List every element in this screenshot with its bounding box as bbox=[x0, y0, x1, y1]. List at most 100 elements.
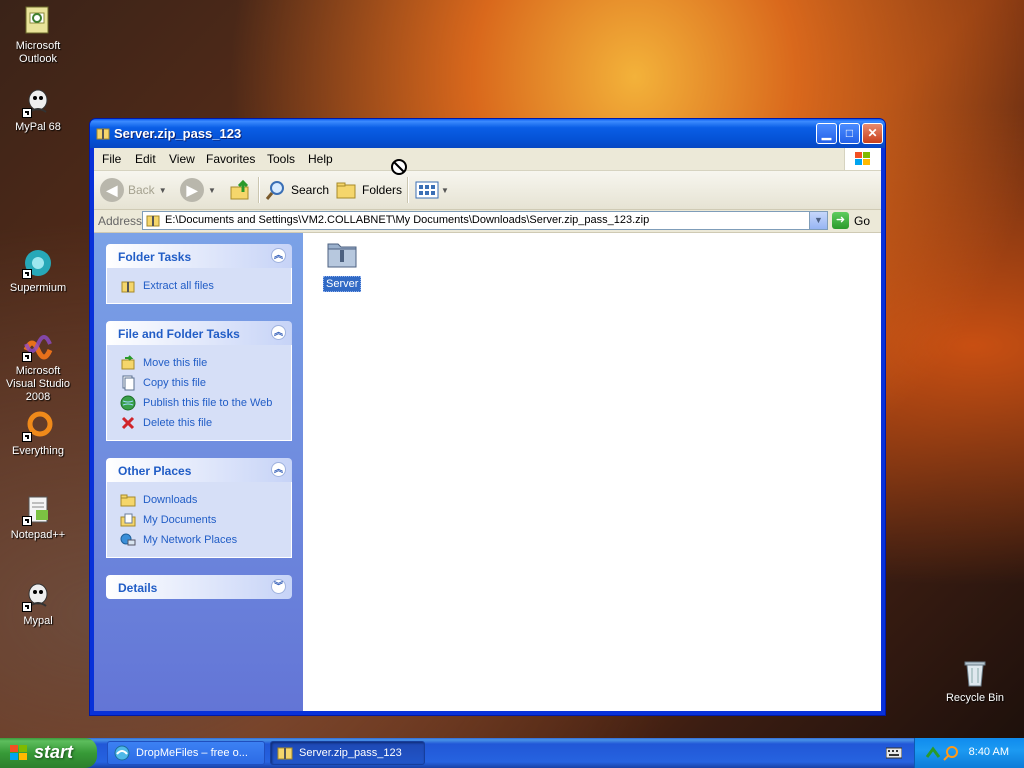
chevron-up-icon[interactable]: ︽ bbox=[271, 325, 286, 340]
file-list-area[interactable]: Server bbox=[303, 233, 881, 711]
chevron-down-icon: ▼ bbox=[158, 185, 167, 195]
go-button[interactable]: ➜ Go bbox=[832, 211, 870, 230]
copy-this-file-link[interactable]: Copy this file bbox=[107, 373, 291, 393]
file-folder-tasks-panel: File and Folder Tasks ︽ Move this file C… bbox=[106, 321, 292, 441]
folder-tasks-header[interactable]: Folder Tasks ︽ bbox=[106, 244, 292, 268]
back-button[interactable]: ◀ Back ▼ bbox=[100, 178, 167, 202]
desktop-icon-mypal[interactable]: Mypal bbox=[0, 580, 76, 628]
maximize-button[interactable]: □ bbox=[839, 123, 860, 144]
menu-view[interactable]: View bbox=[169, 152, 195, 166]
desktop-icon-supermium[interactable]: Supermium bbox=[0, 247, 76, 295]
other-places-panel: Other Places ︽ Downloads My Documents My… bbox=[106, 458, 292, 558]
desktop-icon-visual-studio[interactable]: Microsoft Visual Studio 2008 bbox=[0, 330, 76, 404]
up-button[interactable] bbox=[229, 178, 253, 202]
minimize-icon: ▁ bbox=[821, 126, 832, 140]
search-button[interactable]: Search bbox=[265, 178, 329, 202]
shortcut-arrow-icon bbox=[22, 516, 32, 526]
menu-tools[interactable]: Tools bbox=[267, 152, 295, 166]
desktop-icon-label: Notepad++ bbox=[10, 529, 66, 541]
desktop-icon-mypal68[interactable]: MyPal 68 bbox=[0, 86, 76, 134]
menu-favorites[interactable]: Favorites bbox=[206, 152, 255, 166]
publish-to-web-link[interactable]: Publish this file to the Web bbox=[107, 393, 291, 413]
outlook-icon bbox=[22, 5, 54, 37]
link-label: Delete this file bbox=[143, 417, 213, 429]
extract-icon bbox=[121, 281, 135, 293]
taskbar-item-label: DropMeFiles – free o... bbox=[136, 747, 248, 759]
address-bar: Address E:\Documents and Settings\VM2.CO… bbox=[94, 210, 881, 233]
everything-icon bbox=[22, 410, 54, 442]
search-tray-icon[interactable] bbox=[943, 745, 959, 761]
folder-tasks-panel: Folder Tasks ︽ Extract all files bbox=[106, 244, 292, 304]
toolbar-separator bbox=[407, 177, 409, 203]
taskbar-item-dropmefiles[interactable]: DropMeFiles – free o... bbox=[107, 741, 265, 765]
downloads-link[interactable]: Downloads bbox=[107, 490, 291, 510]
window-body: File Edit View Favorites Tools Help ◀ Ba… bbox=[94, 148, 881, 711]
taskbar: start DropMeFiles – free o... Server.zip… bbox=[0, 738, 1024, 768]
window-title: Server.zip_pass_123 bbox=[114, 126, 242, 141]
folders-icon bbox=[336, 182, 356, 199]
desktop-icon-notepadpp[interactable]: Notepad++ bbox=[0, 494, 76, 542]
notepadpp-icon bbox=[22, 494, 54, 526]
file-name: Server bbox=[323, 276, 362, 292]
details-header[interactable]: Details ︾ bbox=[106, 575, 292, 599]
back-label: Back bbox=[128, 183, 155, 197]
chevron-up-icon[interactable]: ︽ bbox=[271, 248, 286, 263]
maximize-icon: □ bbox=[845, 126, 854, 140]
taskbar-item-label: Server.zip_pass_123 bbox=[299, 747, 402, 759]
browser-icon bbox=[114, 745, 130, 761]
shortcut-arrow-icon bbox=[22, 432, 32, 442]
views-button[interactable]: ▼ bbox=[415, 178, 449, 202]
go-arrow-icon: ➜ bbox=[832, 212, 849, 229]
delete-this-file-link[interactable]: Delete this file bbox=[107, 413, 291, 433]
desktop-icon-everything[interactable]: Everything bbox=[0, 410, 76, 458]
explorer-window: Server.zip_pass_123 ▁ □ ✕ File Edit View… bbox=[89, 118, 886, 716]
address-dropdown-button[interactable]: ▼ bbox=[809, 212, 827, 229]
menu-file[interactable]: File bbox=[102, 152, 121, 166]
panel-body: Move this file Copy this file Publish th… bbox=[106, 345, 292, 441]
desktop-icon-label: Supermium bbox=[9, 282, 67, 294]
link-label: My Network Places bbox=[143, 534, 238, 546]
keyboard-icon[interactable] bbox=[886, 746, 902, 760]
panel-body: Extract all files bbox=[106, 268, 292, 304]
task-pane: Folder Tasks ︽ Extract all files File an… bbox=[94, 233, 303, 711]
chevron-down-icon[interactable]: ︾ bbox=[271, 579, 286, 594]
system-tray: 8:40 AM bbox=[914, 738, 1024, 768]
forward-button[interactable]: ▶ ▼ bbox=[180, 178, 216, 202]
chevron-down-icon: ▼ bbox=[208, 185, 216, 195]
close-button[interactable]: ✕ bbox=[862, 123, 883, 144]
clock[interactable]: 8:40 AM bbox=[969, 746, 1009, 758]
menu-help[interactable]: Help bbox=[308, 152, 333, 166]
shortcut-arrow-icon bbox=[22, 602, 32, 612]
file-folder-tasks-header[interactable]: File and Folder Tasks ︽ bbox=[106, 321, 292, 345]
start-button[interactable]: start bbox=[0, 738, 97, 768]
my-network-places-link[interactable]: My Network Places bbox=[107, 530, 291, 550]
desktop-icon-label: MyPal 68 bbox=[15, 121, 61, 133]
minimize-button[interactable]: ▁ bbox=[816, 123, 837, 144]
desktop-icon-outlook[interactable]: Microsoft Outlook bbox=[0, 5, 76, 66]
move-this-file-link[interactable]: Move this file bbox=[107, 353, 291, 373]
other-places-header[interactable]: Other Places ︽ bbox=[106, 458, 292, 482]
back-arrow-icon: ◀ bbox=[100, 178, 124, 202]
address-input[interactable]: E:\Documents and Settings\VM2.COLLABNET\… bbox=[142, 211, 828, 230]
panel-title: Other Places bbox=[118, 464, 192, 478]
network-places-icon bbox=[120, 533, 136, 546]
my-documents-link[interactable]: My Documents bbox=[107, 510, 291, 530]
shortcut-arrow-icon bbox=[22, 352, 32, 362]
desktop-icon-label: Microsoft Visual Studio 2008 bbox=[5, 365, 70, 403]
folder-icon bbox=[327, 243, 357, 268]
toolbar-separator bbox=[258, 177, 260, 203]
desktop-icon-recycle-bin[interactable]: Recycle Bin bbox=[937, 657, 1013, 705]
title-bar[interactable]: Server.zip_pass_123 ▁ □ ✕ bbox=[90, 119, 885, 148]
desktop-icon-label: Mypal bbox=[23, 615, 53, 627]
menu-bar: File Edit View Favorites Tools Help bbox=[94, 148, 881, 171]
details-panel: Details ︾ bbox=[106, 575, 292, 599]
panel-body: Downloads My Documents My Network Places bbox=[106, 482, 292, 558]
chevron-up-icon[interactable]: ︽ bbox=[271, 462, 286, 477]
taskbar-item-server-zip[interactable]: Server.zip_pass_123 bbox=[270, 741, 425, 765]
file-item-server[interactable]: Server bbox=[323, 238, 362, 292]
folders-button[interactable]: Folders bbox=[336, 178, 402, 202]
link-label: My Documents bbox=[143, 514, 217, 526]
network-tray-icon[interactable] bbox=[925, 745, 941, 761]
menu-edit[interactable]: Edit bbox=[135, 152, 156, 166]
extract-all-files-link[interactable]: Extract all files bbox=[107, 276, 291, 296]
